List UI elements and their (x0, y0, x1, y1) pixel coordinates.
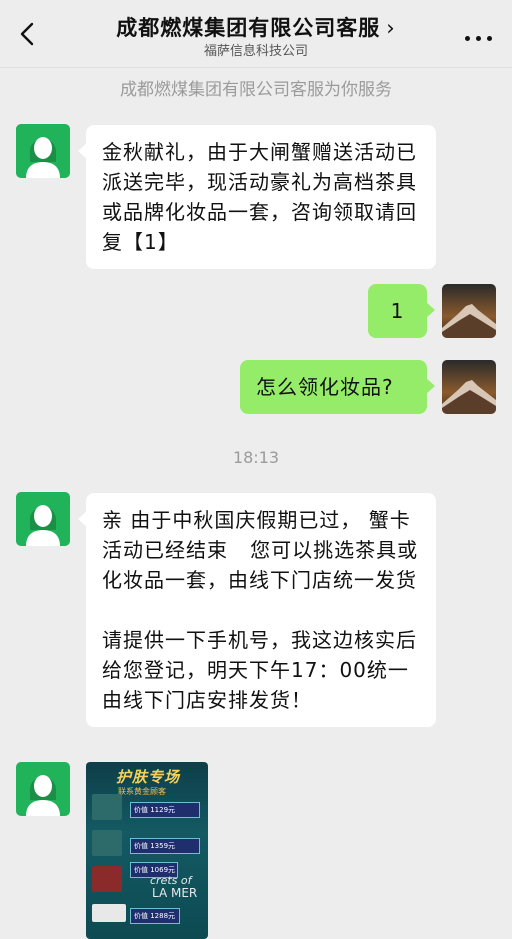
chat-subtitle: 福萨信息科技公司 (203, 44, 308, 59)
product-thumbnail (92, 866, 122, 892)
mountain-avatar-icon (442, 284, 496, 338)
product-thumbnail (92, 794, 122, 820)
message-text: 1 (390, 299, 405, 323)
product-thumbnail (92, 904, 126, 922)
more-dots-icon (462, 26, 495, 45)
chat-title[interactable]: 成都燃煤集团有限公司客服 › (60, 14, 452, 42)
message-text: 亲 由于中秋国庆假期已过， 蟹卡活动已经结束 您可以挑选茶具或化妆品一套，由线下… (102, 508, 419, 712)
message-bubble-me[interactable]: 1 (368, 284, 435, 338)
service-avatar[interactable] (16, 492, 70, 546)
chevron-right-icon: › (386, 16, 396, 40)
mountain-avatar-icon (442, 360, 496, 414)
person-avatar-icon (16, 124, 70, 178)
more-button[interactable] (462, 26, 496, 44)
chat-title-block[interactable]: 成都燃煤集团有限公司客服 › 福萨信息科技公司 (60, 14, 452, 61)
back-button[interactable] (14, 20, 42, 48)
promo-headline: 护肤专场 (116, 768, 181, 786)
price-tag: 价值 1129元 (130, 802, 200, 818)
chat-header: 成都燃煤集团有限公司客服 › 福萨信息科技公司 (0, 0, 512, 68)
my-avatar[interactable] (442, 284, 496, 338)
message-text: 怎么领化妆品? (256, 375, 394, 399)
message-timestamp: 18:13 (232, 448, 280, 467)
message-bubble-service[interactable]: 金秋献礼，由于大闸蟹赠送活动已派送完毕，现活动豪礼为高档茶具或品牌化妆品一套，咨… (78, 125, 436, 269)
message-text: 金秋献礼，由于大闸蟹赠送活动已派送完毕，现活动豪礼为高档茶具或品牌化妆品一套，咨… (102, 140, 417, 254)
my-avatar[interactable] (442, 360, 496, 414)
person-avatar-icon (16, 492, 70, 546)
product-thumbnail (92, 830, 122, 856)
message-bubble-service[interactable]: 亲 由于中秋国庆假期已过， 蟹卡活动已经结束 您可以挑选茶具或化妆品一套，由线下… (78, 493, 436, 727)
price-tag: 价值 1359元 (130, 838, 200, 854)
system-notice: 成都燃煤集团有限公司客服为你服务 (120, 80, 392, 100)
service-avatar[interactable] (16, 762, 70, 816)
service-avatar[interactable] (16, 124, 70, 178)
brand-text: LA MER (152, 886, 198, 900)
chevron-left-icon (20, 22, 34, 46)
person-avatar-icon (16, 762, 70, 816)
message-bubble-me[interactable]: 怎么领化妆品? (240, 360, 435, 414)
promo-subhead: 联系黄金顾客 (118, 787, 166, 796)
price-tag: 价值 1288元 (130, 908, 180, 924)
image-message-promo[interactable]: 护肤专场 联系黄金顾客 价值 1129元 价值 1359元 价值 1069元 c… (86, 762, 208, 939)
